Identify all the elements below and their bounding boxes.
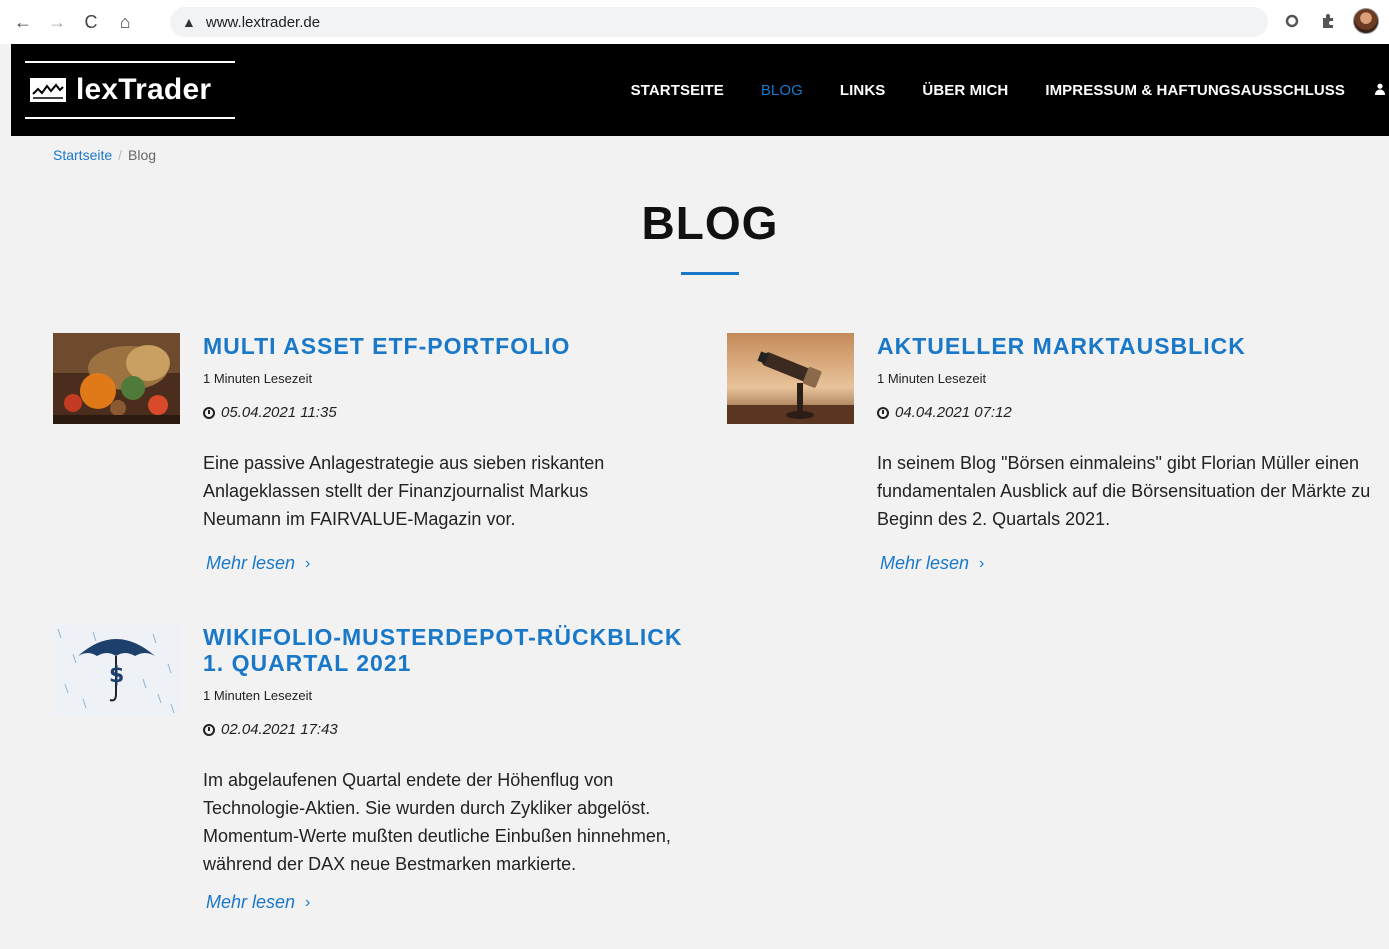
chevron-right-icon: › — [305, 554, 311, 572]
nav-blog[interactable]: BLOG — [761, 82, 803, 99]
post-date: 02.04.2021 17:43 — [203, 721, 693, 738]
nav-links[interactable]: LINKS — [840, 82, 886, 99]
read-more-link[interactable]: Mehr lesen › — [880, 553, 984, 574]
post-thumbnail-harvest[interactable] — [53, 333, 180, 424]
post-title-link[interactable]: MULTI ASSET ETF-PORTFOLIO — [203, 333, 693, 359]
reading-time: 1 Minuten Lesezeit — [203, 371, 313, 386]
breadcrumb: Startseite / Blog — [53, 147, 156, 163]
clock-icon — [203, 406, 215, 419]
nav-startseite[interactable]: STARTSEITE — [631, 82, 724, 99]
svg-text:$: $ — [109, 663, 124, 688]
not-secure-warning-icon[interactable]: ▲ — [182, 14, 196, 30]
chevron-right-icon: › — [979, 554, 985, 572]
reading-time: 1 Minuten Lesezeit — [877, 371, 987, 386]
address-bar[interactable]: ▲ www.lextrader.de — [170, 7, 1268, 37]
post-date: 04.04.2021 07:12 — [877, 404, 1377, 421]
nav-ueber-mich[interactable]: ÜBER MICH — [922, 82, 1008, 99]
logo-text: lexTrader — [76, 73, 212, 106]
read-more-label: Mehr lesen — [206, 553, 296, 573]
page-title: BLOG — [641, 197, 779, 249]
post-excerpt: In seinem Blog "Börsen einmaleins" gibt … — [877, 453, 1371, 529]
reading-time: 1 Minuten Lesezeit — [203, 688, 313, 703]
post-date-text: 02.04.2021 17:43 — [221, 721, 338, 738]
breadcrumb-home-link[interactable]: Startseite — [53, 147, 112, 163]
post-title-link[interactable]: AKTUELLER MARKTAUSBLICK — [877, 333, 1377, 359]
profile-avatar[interactable] — [1353, 8, 1379, 34]
breadcrumb-current: Blog — [128, 147, 157, 163]
forward-arrow-icon[interactable]: → — [46, 11, 68, 33]
title-underline — [681, 272, 739, 275]
clock-icon — [203, 723, 215, 736]
url-text: www.lextrader.de — [205, 13, 321, 31]
user-icon[interactable] — [1375, 82, 1385, 98]
extensions-area — [1281, 8, 1379, 34]
breadcrumb-separator: / — [118, 147, 123, 163]
post-date-text: 04.04.2021 07:12 — [895, 404, 1012, 421]
puzzle-extensions-icon[interactable] — [1317, 10, 1339, 32]
read-more-link[interactable]: Mehr lesen › — [206, 553, 310, 574]
extension-circle-icon[interactable] — [1281, 10, 1303, 32]
chevron-right-icon: › — [305, 893, 311, 911]
clock-icon — [877, 406, 889, 419]
back-arrow-icon[interactable]: ← — [12, 11, 34, 33]
post-date: 05.04.2021 11:35 — [203, 404, 693, 421]
read-more-link[interactable]: Mehr lesen › — [206, 892, 310, 913]
post-thumbnail-umbrella[interactable]: $ — [53, 624, 180, 715]
read-more-label: Mehr lesen — [206, 892, 296, 912]
post-thumbnail-telescope[interactable] — [727, 333, 854, 424]
chart-logo-icon — [30, 78, 66, 102]
home-icon[interactable]: ⌂ — [114, 11, 136, 33]
site-header: lexTrader STARTSEITE BLOG LINKS ÜBER MIC… — [11, 44, 1389, 136]
post-excerpt: Im abgelaufenen Quartal endete der Höhen… — [203, 770, 671, 874]
site-logo[interactable]: lexTrader — [25, 61, 235, 119]
read-more-label: Mehr lesen — [880, 553, 970, 573]
main-navigation: STARTSEITE BLOG LINKS ÜBER MICH IMPRESSU… — [594, 44, 1389, 136]
reload-icon[interactable]: C — [80, 11, 102, 33]
post-date-text: 05.04.2021 11:35 — [221, 404, 337, 421]
browser-toolbar: ← → C ⌂ ▲ www.lextrader.de — [0, 0, 1389, 44]
post-title-link[interactable]: WIKIFOLIO-MUSTERDEPOT-RÜCKBLICK 1. QUART… — [203, 624, 703, 676]
nav-impressum[interactable]: IMPRESSUM & HAFTUNGSAUSSCHLUSS — [1045, 82, 1345, 99]
post-excerpt: Eine passive Anlagestrategie aus sieben … — [203, 453, 605, 529]
